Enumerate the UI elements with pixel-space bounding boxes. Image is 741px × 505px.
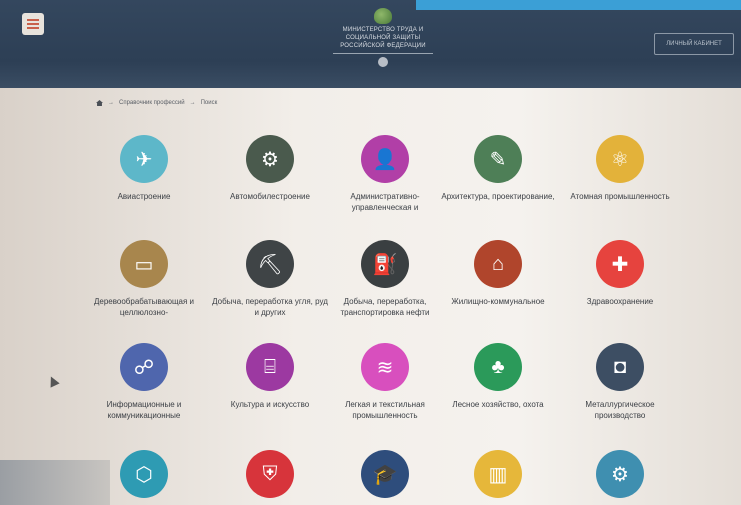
profession-tile[interactable]: ☍ Информационные и коммуникационные — [84, 343, 204, 421]
gear-icon[interactable]: ⚙ — [596, 450, 644, 498]
profession-tile[interactable]: ✈ Авиастроение — [84, 135, 204, 202]
profession-tile[interactable]: ≋ Легкая и текстильная промышленность — [325, 343, 445, 421]
breadcrumb-separator: → — [189, 100, 196, 106]
medical-kit-icon[interactable]: ✚ — [596, 240, 644, 288]
ministry-logo[interactable]: МИНИСТЕРСТВО ТРУДА И СОЦИАЛЬНОЙ ЗАЩИТЫ Р… — [318, 8, 448, 67]
profession-label[interactable]: Жилищно-коммунальное — [438, 296, 558, 307]
home-icon[interactable] — [96, 100, 103, 106]
profession-tile[interactable]: ⚙ — [560, 450, 680, 498]
profession-tile[interactable]: ⛨ — [210, 450, 330, 498]
profession-label[interactable]: Здравоохранение — [560, 296, 680, 307]
top-banner-strip — [416, 0, 741, 10]
welding-mask-icon[interactable]: ◘ — [596, 343, 644, 391]
profession-label[interactable]: Добыча, переработка, транспортировка неф… — [325, 296, 445, 318]
emblem-icon — [378, 57, 388, 67]
oil-pump-icon[interactable]: ⛽ — [361, 240, 409, 288]
buildings-icon[interactable]: ▥ — [474, 450, 522, 498]
breadcrumb-separator: → — [108, 100, 114, 106]
profession-tile[interactable]: ♣ Лесное хозяйство, охота — [438, 343, 558, 410]
profession-tile[interactable]: ▭ Деревообрабатывающая и целлюлозно- — [84, 240, 204, 318]
profession-tile[interactable]: ⛽ Добыча, переработка, транспортировка не… — [325, 240, 445, 318]
graduation-cap-icon[interactable]: 🎓 — [361, 450, 409, 498]
profession-tile[interactable]: ⚙ Автомобилестроение — [210, 135, 330, 202]
ministry-name-line3: РОССИЙСКОЙ ФЕДЕРАЦИИ — [340, 43, 426, 49]
profession-label[interactable]: Деревообрабатывающая и целлюлозно- — [84, 296, 204, 318]
users-network-icon[interactable]: ☍ — [120, 343, 168, 391]
profession-tile[interactable]: 🎓 — [325, 450, 445, 498]
excavator-icon[interactable]: ⛏ — [246, 240, 294, 288]
profession-tile[interactable]: ⌸ Культура и искусство — [210, 343, 330, 410]
fabric-roll-icon[interactable]: ≋ — [361, 343, 409, 391]
profession-label[interactable]: Авиастроение — [84, 191, 204, 202]
profession-label[interactable]: Лесное хозяйство, охота — [438, 399, 558, 410]
breadcrumb: → Справочник профессий → Поиск — [96, 100, 217, 106]
house-icon[interactable]: ⌂ — [474, 240, 522, 288]
blueprint-icon[interactable]: ✎ — [474, 135, 522, 183]
menu-icon[interactable] — [22, 13, 44, 35]
logo-leaf-icon — [374, 8, 392, 24]
profession-label[interactable]: Административно-управленческая и — [325, 191, 445, 213]
profession-label[interactable]: Легкая и текстильная промышленность — [325, 399, 445, 421]
manager-icon[interactable]: 👤 — [361, 135, 409, 183]
logo-divider — [333, 53, 433, 54]
breadcrumb-item-directory[interactable]: Справочник профессий — [119, 100, 185, 106]
profession-tile[interactable]: 👤 Административно-управленческая и — [325, 135, 445, 213]
profession-tile[interactable]: ◘ Металлургическое производство — [560, 343, 680, 421]
profession-label[interactable]: Металлургическое производство — [560, 399, 680, 421]
sawmill-icon[interactable]: ▭ — [120, 240, 168, 288]
forest-icon[interactable]: ♣ — [474, 343, 522, 391]
profession-tile[interactable]: ⛏ Добыча, переработка угля, руд и других — [210, 240, 330, 318]
profession-label[interactable]: Атомная промышленность — [560, 191, 680, 202]
molecule-icon[interactable]: ⬡ — [120, 450, 168, 498]
ministry-name-line2: СОЦИАЛЬНОЙ ЗАЩИТЫ — [345, 35, 421, 41]
atom-icon[interactable]: ⚛ — [596, 135, 644, 183]
profession-tile[interactable]: ✚ Здравоохранение — [560, 240, 680, 307]
profession-label[interactable]: Автомобилестроение — [210, 191, 330, 202]
profession-tile[interactable]: ⌂ Жилищно-коммунальное — [438, 240, 558, 307]
shield-icon[interactable]: ⛨ — [246, 450, 294, 498]
airplane-icon[interactable]: ✈ — [120, 135, 168, 183]
profession-tile[interactable]: ✎ Архитектура, проектирование, — [438, 135, 558, 202]
personal-cabinet-button[interactable]: ЛИЧНЫЙ КАБИНЕТ — [654, 33, 734, 55]
screen-edge-shade — [0, 460, 110, 505]
profession-tile[interactable]: ▥ — [438, 450, 558, 498]
ministry-name-line1: МИНИСТЕРСТВО ТРУДА И — [342, 27, 424, 33]
profession-label[interactable]: Культура и искусство — [210, 399, 330, 410]
profession-label[interactable]: Добыча, переработка угля, руд и других — [210, 296, 330, 318]
car-assembly-icon[interactable]: ⚙ — [246, 135, 294, 183]
site-header: МИНИСТЕРСТВО ТРУДА И СОЦИАЛЬНОЙ ЗАЩИТЫ Р… — [0, 0, 741, 88]
breadcrumb-item-search: Поиск — [200, 100, 218, 106]
profession-tile[interactable]: ⚛ Атомная промышленность — [560, 135, 680, 202]
museum-icon[interactable]: ⌸ — [246, 343, 294, 391]
profession-label[interactable]: Архитектура, проектирование, — [438, 191, 558, 202]
profession-label[interactable]: Информационные и коммуникационные — [84, 399, 204, 421]
